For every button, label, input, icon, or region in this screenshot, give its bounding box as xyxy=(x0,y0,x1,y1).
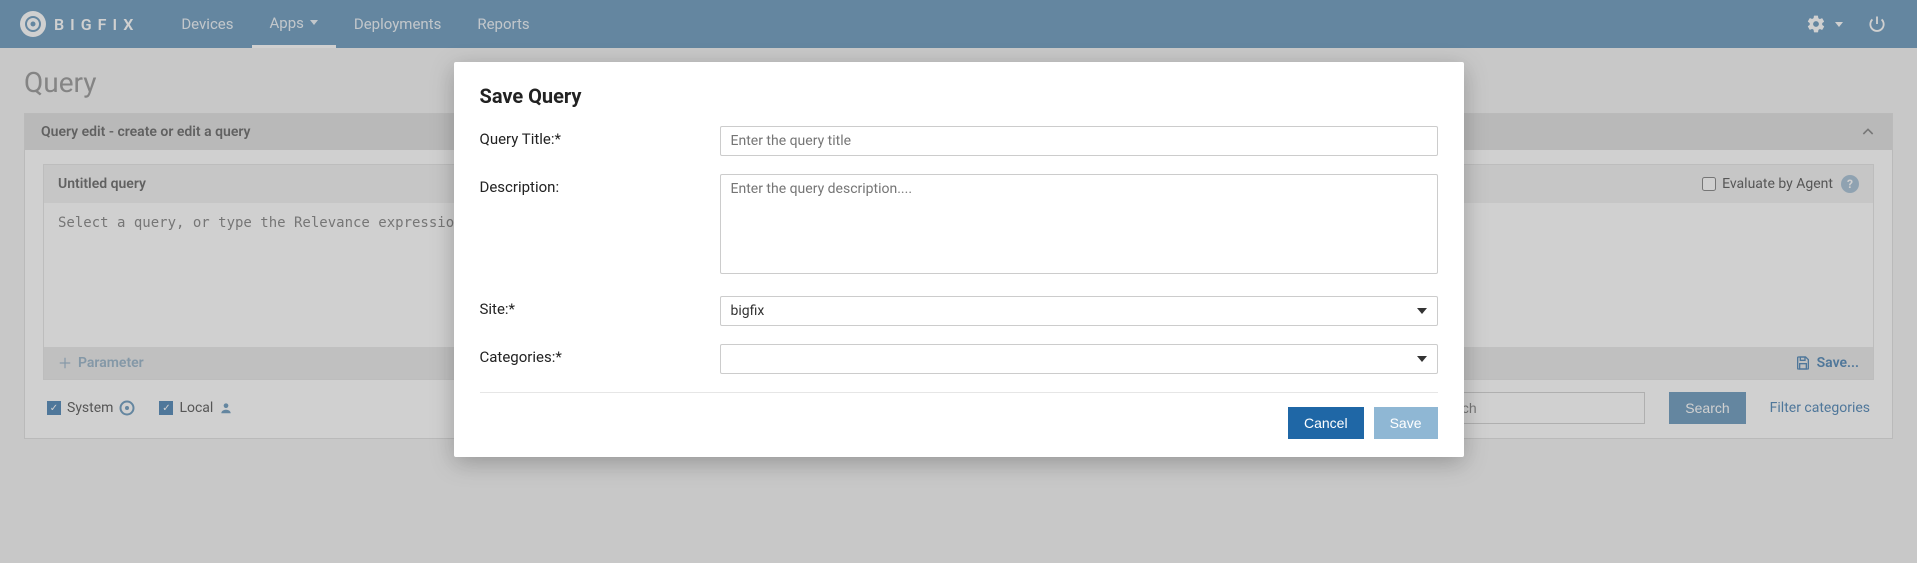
chevron-down-icon xyxy=(1417,356,1427,362)
form-row-site: Site:* bigfix xyxy=(480,296,1438,326)
modal-divider xyxy=(480,392,1438,393)
select-categories[interactable] xyxy=(720,344,1438,374)
modal-footer: Cancel Save xyxy=(480,407,1438,439)
chevron-down-icon xyxy=(1417,308,1427,314)
label-categories: Categories:* xyxy=(480,344,720,366)
select-site-value: bigfix xyxy=(731,303,765,319)
form-row-title: Query Title:* xyxy=(480,126,1438,156)
save-confirm-button[interactable]: Save xyxy=(1374,407,1438,439)
label-site: Site:* xyxy=(480,296,720,318)
form-row-categories: Categories:* xyxy=(480,344,1438,374)
cancel-button[interactable]: Cancel xyxy=(1288,407,1364,439)
select-site[interactable]: bigfix xyxy=(720,296,1438,326)
modal-overlay[interactable]: Save Query Query Title:* Description: Si… xyxy=(0,0,1917,563)
input-query-title[interactable] xyxy=(720,126,1438,156)
save-query-modal: Save Query Query Title:* Description: Si… xyxy=(454,62,1464,457)
label-description: Description: xyxy=(480,174,720,196)
modal-title: Save Query xyxy=(480,84,1438,108)
label-query-title: Query Title:* xyxy=(480,126,720,148)
form-row-description: Description: xyxy=(480,174,1438,278)
input-description[interactable] xyxy=(720,174,1438,274)
